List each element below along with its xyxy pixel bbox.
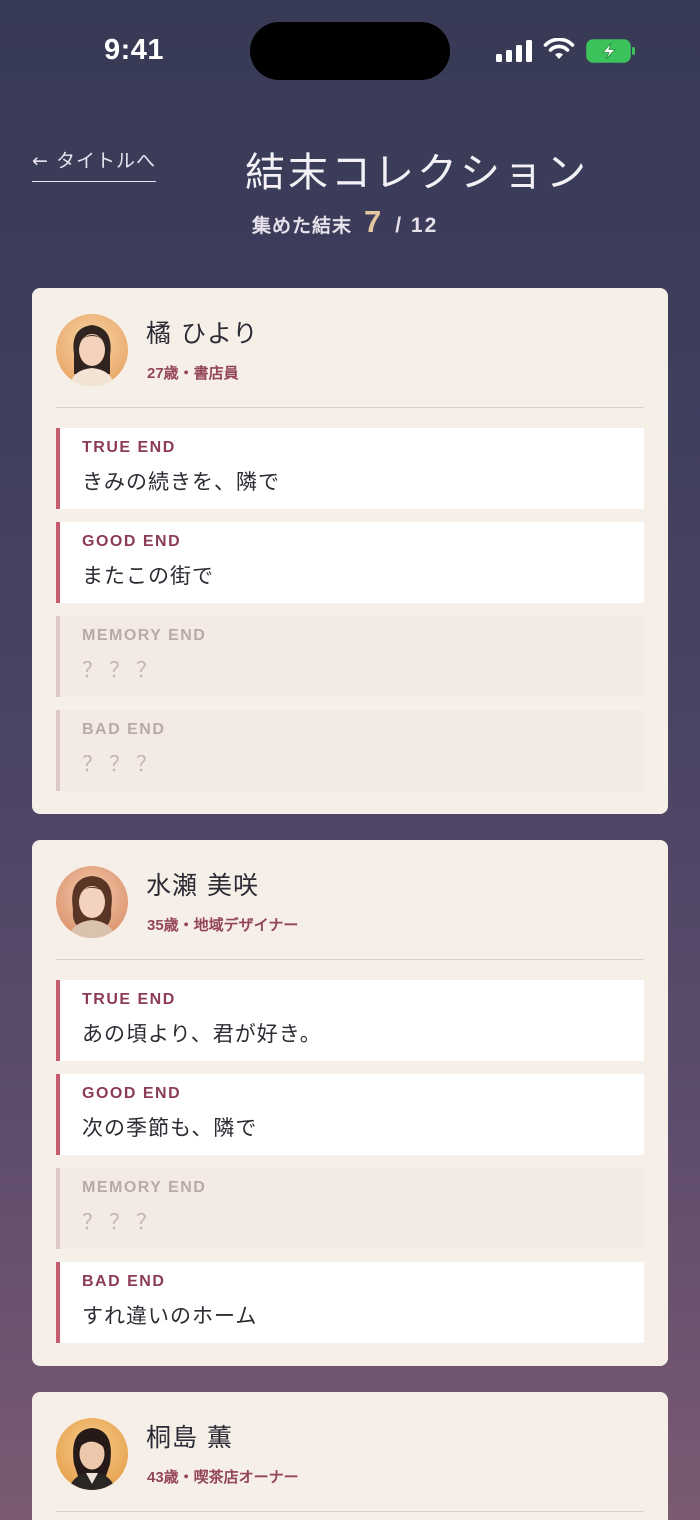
character-name: 橘 ひより bbox=[146, 319, 259, 348]
character-name: 桐島 薫 bbox=[146, 1423, 233, 1452]
collected-total: / 12 bbox=[395, 214, 439, 237]
character-meta: 27歳・書店員 bbox=[147, 365, 239, 382]
ending-type: TRUE END bbox=[82, 991, 176, 1008]
avatar bbox=[56, 1418, 128, 1490]
character-header: 橘 ひより 27歳・書店員 bbox=[56, 288, 644, 408]
avatar bbox=[56, 866, 128, 938]
ending-item-locked: MEMORY END ？？？ bbox=[56, 1168, 644, 1249]
ending-title: きみの続きを、隣で bbox=[82, 470, 280, 494]
ending-title: 次の季節も、隣で bbox=[82, 1116, 258, 1140]
ending-item-locked: BAD END ？？？ bbox=[56, 710, 644, 791]
ending-type: BAD END bbox=[82, 1273, 166, 1290]
character-name: 水瀬 美咲 bbox=[146, 871, 259, 900]
character-header: 桐島 薫 43歳・喫茶店オーナー bbox=[56, 1392, 644, 1512]
ending-title: すれ違いのホーム bbox=[82, 1304, 258, 1328]
ending-item[interactable]: GOOD END 次の季節も、隣で bbox=[56, 1074, 644, 1155]
ending-title: またこの街で bbox=[82, 564, 214, 588]
page-title: 結末コレクション bbox=[245, 150, 589, 196]
character-meta: 35歳・地域デザイナー bbox=[147, 917, 299, 934]
character-card: 桐島 薫 43歳・喫茶店オーナー bbox=[32, 1392, 668, 1520]
ending-type: BAD END bbox=[82, 721, 166, 738]
ending-type: GOOD END bbox=[82, 1085, 182, 1102]
character-header: 水瀬 美咲 35歳・地域デザイナー bbox=[56, 840, 644, 960]
ending-item[interactable]: GOOD END またこの街で bbox=[56, 522, 644, 603]
ending-type: MEMORY END bbox=[82, 627, 207, 644]
back-to-title-link[interactable]: ← タイトルへ bbox=[32, 146, 156, 182]
ending-title: ？？？ bbox=[82, 1210, 163, 1234]
ending-type: GOOD END bbox=[82, 533, 182, 550]
ending-title: あの頃より、君が好き。 bbox=[82, 1022, 322, 1046]
ending-item-locked: MEMORY END ？？？ bbox=[56, 616, 644, 697]
ending-item[interactable]: BAD END すれ違いのホーム bbox=[56, 1262, 644, 1343]
ending-type: MEMORY END bbox=[82, 1179, 207, 1196]
ending-title: ？？？ bbox=[82, 752, 163, 776]
status-time: 9:41 bbox=[104, 34, 165, 66]
wifi-icon bbox=[543, 38, 575, 59]
cellular-signal-icon bbox=[496, 40, 532, 62]
character-meta: 43歳・喫茶店オーナー bbox=[147, 1469, 299, 1486]
collected-count: 7 bbox=[364, 204, 382, 239]
collected-endings-counter: 集めた結末 7 / 12 bbox=[252, 204, 438, 240]
character-card: 橘 ひより 27歳・書店員 TRUE END きみの続きを、隣で GOOD EN… bbox=[32, 288, 668, 814]
avatar bbox=[56, 314, 128, 386]
status-bar: 9:41 bbox=[0, 0, 700, 100]
ending-item[interactable]: TRUE END きみの続きを、隣で bbox=[56, 428, 644, 509]
ending-title: ？？？ bbox=[82, 658, 163, 682]
ending-type: TRUE END bbox=[82, 439, 176, 456]
ending-list: TRUE END あの頃より、君が好き。 GOOD END 次の季節も、隣で M… bbox=[56, 960, 644, 1343]
dynamic-island bbox=[250, 22, 450, 80]
character-card: 水瀬 美咲 35歳・地域デザイナー TRUE END あの頃より、君が好き。 G… bbox=[32, 840, 668, 1366]
ending-list: TRUE END きみの続きを、隣で GOOD END またこの街で MEMOR… bbox=[56, 408, 644, 791]
battery-charging-icon bbox=[586, 39, 635, 63]
collected-label: 集めた結末 bbox=[252, 216, 353, 237]
ending-item[interactable]: TRUE END あの頃より、君が好き。 bbox=[56, 980, 644, 1061]
